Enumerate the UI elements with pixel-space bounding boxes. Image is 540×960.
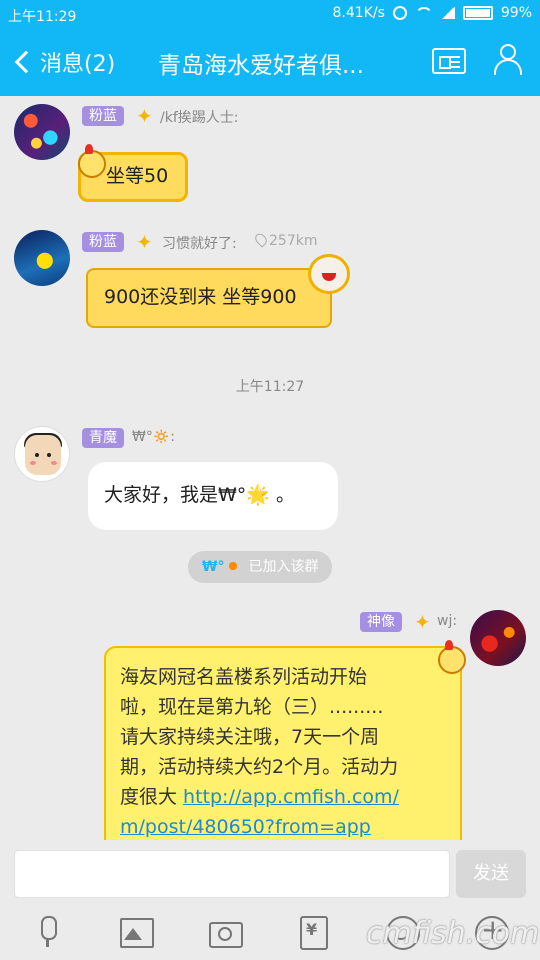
watermark: cmfish.com: [366, 916, 540, 951]
sender-name: ₩°🔅:: [132, 429, 175, 445]
back-button[interactable]: 消息(2): [12, 46, 115, 78]
link-url[interactable]: http://app.cmfish.com/: [183, 786, 399, 808]
distance-label: 257km: [252, 231, 318, 249]
message-line: 期，活动持续大约2个月。活动力: [120, 756, 399, 778]
system-notice-text: 已加入该群: [248, 559, 319, 575]
member-title-badge: 粉蓝: [82, 106, 124, 126]
joined-member-name: ₩°: [202, 559, 225, 575]
mic-icon[interactable]: [30, 914, 66, 950]
battery-icon: [462, 6, 493, 20]
sender-name: wj:: [437, 613, 458, 629]
avatar[interactable]: [14, 230, 70, 286]
message-line: 请大家持续关注哦，7天一个周: [120, 726, 380, 748]
chat-area[interactable]: 粉蓝 /kf挨踢人士: 坐等50 粉蓝 习惯就好了: 257km 900还没到来…: [0, 96, 540, 840]
group-card-icon[interactable]: [432, 48, 466, 74]
message-line-link: m/post/480650?from=app: [120, 812, 450, 840]
camera-icon[interactable]: [207, 914, 243, 950]
wifi-icon: [414, 7, 433, 19]
sparkle-icon: [414, 610, 432, 634]
sender-name: 习惯就好了:: [162, 236, 237, 252]
member-title-badge: 青魔: [82, 428, 124, 448]
distance-value: 257km: [269, 233, 318, 249]
title-bar: 消息(2) 青岛海水爱好者俱...: [0, 28, 540, 96]
avatar[interactable]: [14, 426, 70, 482]
message-bubble[interactable]: 大家好，我是₩°🌟 。: [88, 462, 338, 530]
status-bar: 上午11:29 8.41K/s 99%: [0, 0, 540, 28]
avatar[interactable]: [470, 610, 526, 666]
sender-name: /kf挨踢人士:: [160, 110, 239, 126]
signal-icon: [440, 7, 455, 19]
message-line: 啦，现在是第九轮（三）.........: [120, 696, 384, 718]
alarm-icon: [392, 6, 407, 20]
sun-icon: [226, 559, 241, 573]
chick-sticker-icon: [72, 144, 108, 178]
link-url-continued[interactable]: m/post/480650?from=app: [120, 816, 371, 838]
send-button[interactable]: 发送: [456, 850, 526, 898]
chick-sticker-icon: [432, 640, 468, 674]
sparkle-icon: [136, 230, 154, 254]
back-label: 消息(2): [40, 52, 116, 77]
image-icon[interactable]: [118, 914, 154, 950]
message-line: 度很大: [120, 786, 184, 808]
avatar[interactable]: [14, 104, 70, 160]
message-bubble[interactable]: 海友网冠名盖楼系列活动开始 啦，现在是第九轮（三）......... 请大家持续…: [104, 646, 462, 840]
system-notice: ₩° 已加入该群: [188, 551, 333, 583]
group-members-icon[interactable]: [492, 44, 528, 76]
message-line-with-link: 度很大 http://app.cmfish.com/: [120, 782, 450, 812]
status-time: 上午11:29: [8, 9, 77, 25]
page-title: 青岛海水爱好者俱...: [158, 53, 364, 79]
red-packet-icon[interactable]: [295, 914, 331, 950]
lion-sticker-icon: [308, 254, 350, 294]
location-pin-icon: [252, 231, 270, 248]
time-divider: 上午11:27: [235, 379, 305, 395]
message-bubble[interactable]: 900还没到来 坐等900: [86, 268, 332, 328]
sparkle-icon: [136, 104, 154, 128]
chevron-left-icon: [14, 50, 38, 74]
message-line: 海友网冠名盖楼系列活动开始: [120, 666, 368, 688]
member-title-badge: 粉蓝: [82, 232, 124, 252]
battery-percent: 99%: [500, 5, 532, 21]
status-right: 8.41K/s 99%: [333, 5, 533, 21]
network-speed: 8.41K/s: [332, 5, 385, 21]
member-title-badge: 神像: [360, 612, 402, 632]
message-input[interactable]: [14, 850, 450, 898]
